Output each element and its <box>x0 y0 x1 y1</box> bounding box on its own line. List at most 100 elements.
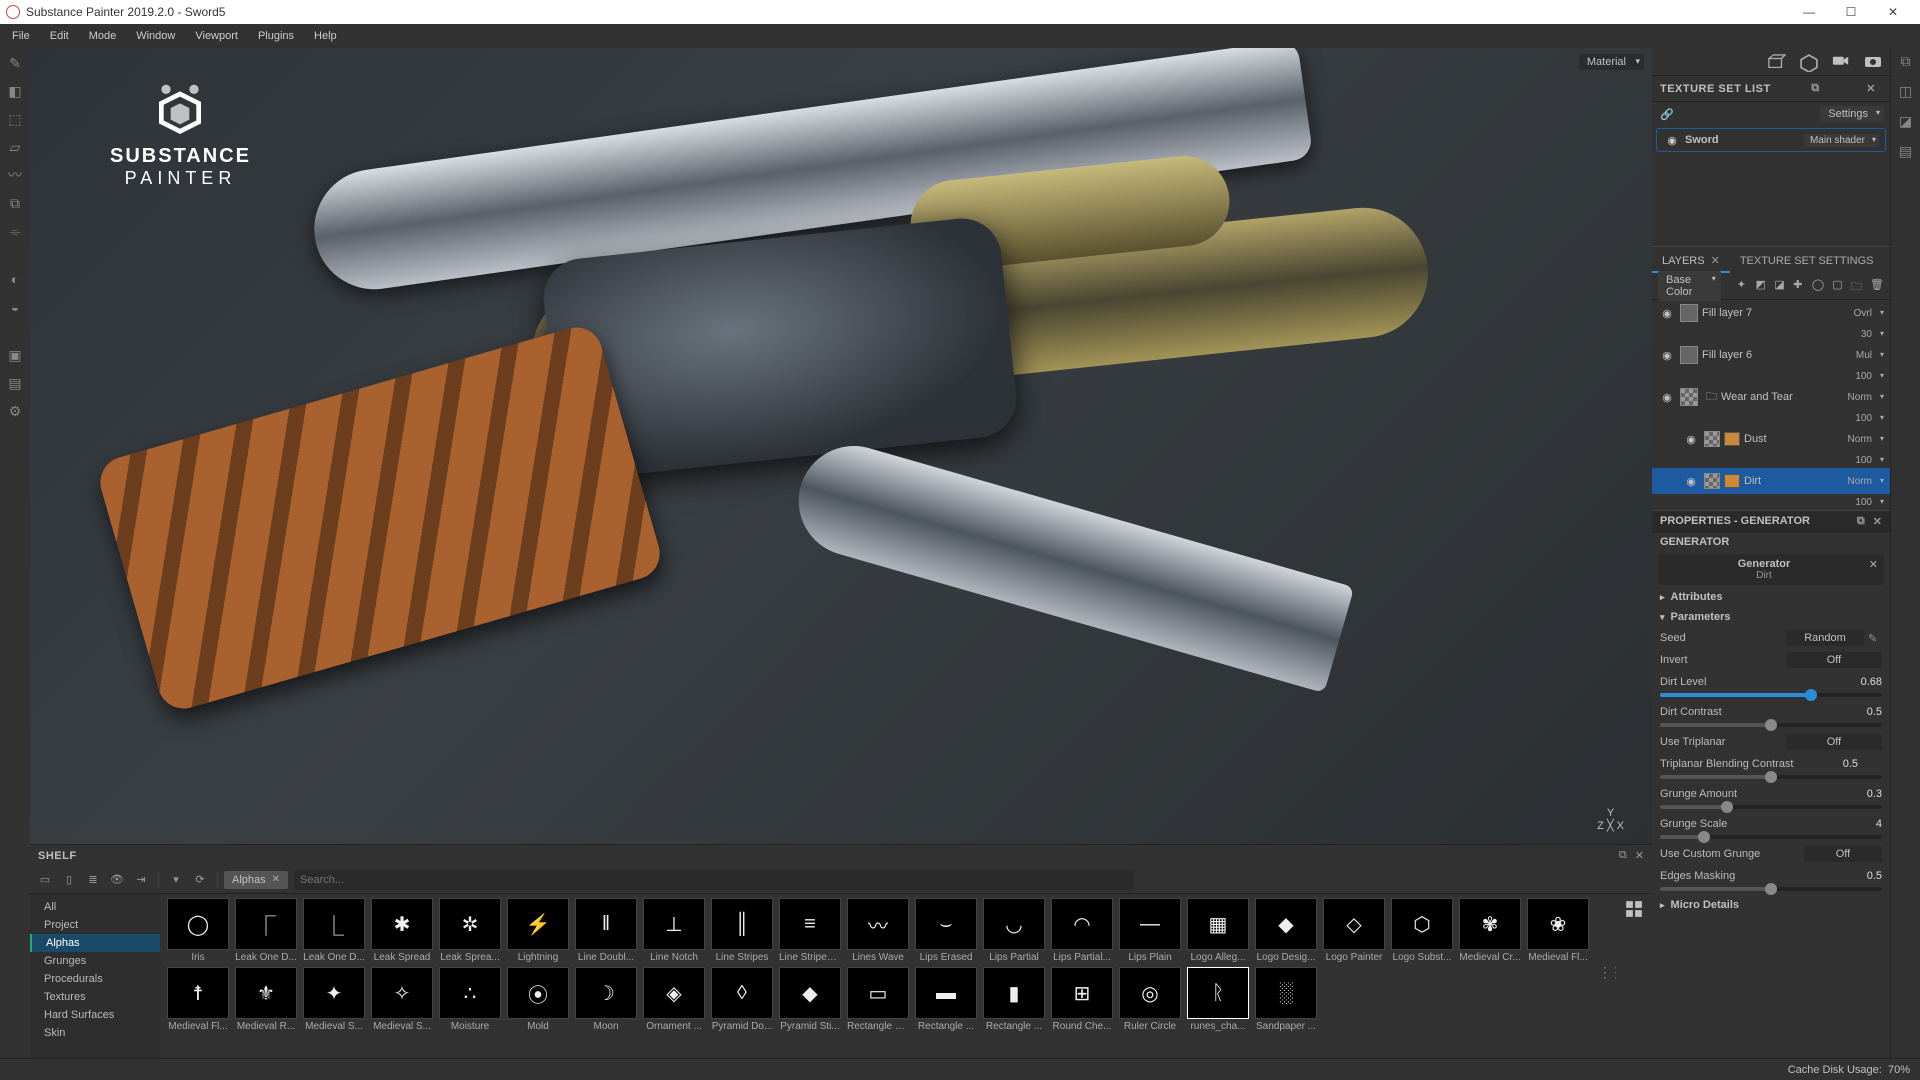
menu-window[interactable]: Window <box>126 26 185 46</box>
clone-tool-icon[interactable]: ⧉ <box>6 194 24 212</box>
shelf-category[interactable]: Alphas <box>30 934 160 952</box>
param-dirt-contrast-slider[interactable] <box>1660 723 1882 727</box>
mask-thumb[interactable] <box>1704 473 1720 489</box>
shelf-gridview-icon[interactable] <box>1625 900 1643 918</box>
delete-layer-icon[interactable]: 🗑 <box>1870 278 1884 294</box>
perspective-icon[interactable] <box>1768 54 1786 70</box>
shelf-thumb[interactable]: ⦿Mold <box>506 967 570 1032</box>
edit-icon[interactable]: ✎ <box>1868 632 1882 645</box>
blend-mode-dropdown[interactable]: Norm <box>1848 476 1884 487</box>
shelf-thumb[interactable]: ⬡Logo Subst... <box>1390 898 1454 963</box>
quick-mask-icon[interactable]: ◐ <box>6 270 24 288</box>
shelf-folder-icon[interactable]: ▯ <box>58 869 80 891</box>
shelf-category[interactable]: Grunges <box>30 952 160 970</box>
channel-dropdown[interactable]: Base Color <box>1658 271 1721 301</box>
add-fill-icon[interactable]: ◪ <box>1774 278 1785 294</box>
eraser-tool-icon[interactable]: ◧ <box>6 82 24 100</box>
opacity-dropdown[interactable]: 100 <box>1855 371 1884 382</box>
opacity-dropdown[interactable]: 100 <box>1855 497 1884 508</box>
panel-close-icon[interactable]: ✕ <box>1866 82 1876 95</box>
shelf-filter-icon[interactable]: ▾ <box>165 869 187 891</box>
panel-resize-grip[interactable]: ⋮⋮ <box>1598 964 1616 981</box>
param-seed-field[interactable]: Random <box>1786 630 1864 646</box>
screenshot-icon[interactable] <box>1864 54 1882 70</box>
shelf-thumb[interactable]: ❀Medieval Fl... <box>1526 898 1590 963</box>
shelf-thumb[interactable]: ✱Leak Spread <box>370 898 434 963</box>
tab-layers[interactable]: LAYERS✕ <box>1652 249 1730 272</box>
shelf-thumb[interactable]: ‖Line Doubl... <box>574 898 638 963</box>
generator-selector[interactable]: Generator Dirt ✕ <box>1658 554 1884 585</box>
shelf-thumb[interactable]: ✾Medieval Cr... <box>1458 898 1522 963</box>
shelf-thumb[interactable]: ☨Medieval Fl... <box>166 967 230 1032</box>
shelf-category[interactable]: Project <box>30 916 160 934</box>
visibility-eye-icon[interactable]: ◉ <box>1682 433 1700 446</box>
param-dirt-level-slider[interactable] <box>1660 693 1882 697</box>
param-custom-grunge-toggle[interactable]: Off <box>1804 846 1882 862</box>
close-button[interactable]: ✕ <box>1872 0 1914 24</box>
shelf-thumb[interactable]: ◆Pyramid Sti... <box>778 967 842 1032</box>
shelf-thumb[interactable]: ✧Medieval S... <box>370 967 434 1032</box>
expand-panel-icon[interactable]: ⧉ <box>1897 52 1915 70</box>
shelf-thumb[interactable]: ≡Line Stripes ... <box>778 898 842 963</box>
link-icon[interactable]: 🔗 <box>1660 108 1674 121</box>
mask-thumb[interactable] <box>1704 431 1720 447</box>
visibility-eye-icon[interactable]: ◉ <box>1658 349 1676 362</box>
param-grunge-amount-slider[interactable] <box>1660 805 1882 809</box>
shelf-tab-alphas[interactable]: Alphas ✕ <box>224 871 288 889</box>
param-grunge-amount-value[interactable]: 0.3 <box>1844 788 1882 800</box>
shelf-thumb[interactable]: ◈Ornament ... <box>642 967 706 1032</box>
menu-mode[interactable]: Mode <box>79 26 127 46</box>
layer-row[interactable]: ◉DustNorm <box>1652 426 1890 452</box>
shelf-thumb[interactable]: ⊞Round Che... <box>1050 967 1114 1032</box>
mask-icon[interactable]: ◩ <box>1756 278 1767 294</box>
shelf-thumb[interactable]: ◆Logo Desig... <box>1254 898 1318 963</box>
param-edges-mask-slider[interactable] <box>1660 887 1882 891</box>
layer-color-thumb[interactable] <box>1724 432 1740 446</box>
shelf-thumb[interactable]: ▭Rectangle B... <box>846 967 910 1032</box>
mask-thumb[interactable] <box>1680 388 1698 406</box>
add-layer-icon[interactable]: ✚ <box>1793 278 1804 294</box>
menu-edit[interactable]: Edit <box>40 26 79 46</box>
shelf-thumb[interactable]: ◊Pyramid Do... <box>710 967 774 1032</box>
visibility-eye-icon[interactable]: ◉ <box>1658 391 1676 404</box>
polyfill-tool-icon[interactable]: ▱ <box>6 138 24 156</box>
opacity-dropdown[interactable]: 30 <box>1861 329 1884 340</box>
shelf-thumb[interactable]: ▮Rectangle ... <box>982 967 1046 1032</box>
shelf-undock-icon[interactable]: ⧉ <box>1619 849 1627 862</box>
shelf-thumb[interactable]: ◠Lips Partial... <box>1050 898 1114 963</box>
shelf-thumb[interactable]: ᚱrunes_cha... <box>1186 967 1250 1032</box>
layer-row[interactable]: ◉🗀Wear and TearNorm <box>1652 384 1890 410</box>
shelf-thumb[interactable]: ▦Logo Alleg... <box>1186 898 1250 963</box>
shelf-thumb[interactable]: ◎Ruler Circle <box>1118 967 1182 1032</box>
panel-undock-icon[interactable]: ⧉ <box>1857 515 1865 528</box>
render-icon[interactable]: ▤ <box>6 374 24 392</box>
display-settings-icon[interactable]: ◫ <box>1897 82 1915 100</box>
baking-icon[interactable]: ◒ <box>6 298 24 316</box>
blend-mode-dropdown[interactable]: Ovrl <box>1854 308 1884 319</box>
projection-tool-icon[interactable]: ⬚ <box>6 110 24 128</box>
shelf-thumb[interactable]: 〰Lines Wave <box>846 898 910 963</box>
viewport-3d[interactable]: Material SUBSTANCE PAINTER Y Z ╳ X <box>30 48 1652 844</box>
shelf-thumb[interactable]: ⊥Line Notch <box>642 898 706 963</box>
texture-set-settings-dropdown[interactable]: Settings▾ <box>1820 106 1884 122</box>
iray-icon[interactable]: ▣ <box>6 346 24 364</box>
shelf-refresh-icon[interactable]: ⟳ <box>189 869 211 891</box>
add-adjustment-icon[interactable]: ◯ <box>1812 278 1824 294</box>
opacity-dropdown[interactable]: 100 <box>1855 455 1884 466</box>
material-picker-icon[interactable]: ⌯ <box>6 222 24 240</box>
param-dirt-level-value[interactable]: 0.68 <box>1844 676 1882 688</box>
shader-settings-icon[interactable]: ◪ <box>1897 112 1915 130</box>
minimize-button[interactable]: — <box>1788 0 1830 24</box>
shelf-thumb[interactable]: ☽Moon <box>574 967 638 1032</box>
menu-help[interactable]: Help <box>304 26 347 46</box>
shelf-thumb[interactable]: ◯Iris <box>166 898 230 963</box>
blend-mode-dropdown[interactable]: Norm <box>1848 392 1884 403</box>
layer-row[interactable]: ◉Fill layer 7Ovrl <box>1652 300 1890 326</box>
blend-mode-dropdown[interactable]: Norm <box>1848 434 1884 445</box>
shelf-thumb[interactable]: ⌣Lips Erased <box>914 898 978 963</box>
opacity-dropdown[interactable]: 100 <box>1855 413 1884 424</box>
shelf-home-icon[interactable]: ▭ <box>34 869 56 891</box>
shelf-thumb[interactable]: ⎿Leak One D... <box>302 898 366 963</box>
shelf-thumb[interactable]: ⚡Lightning <box>506 898 570 963</box>
settings-icon[interactable]: ⚙ <box>6 402 24 420</box>
